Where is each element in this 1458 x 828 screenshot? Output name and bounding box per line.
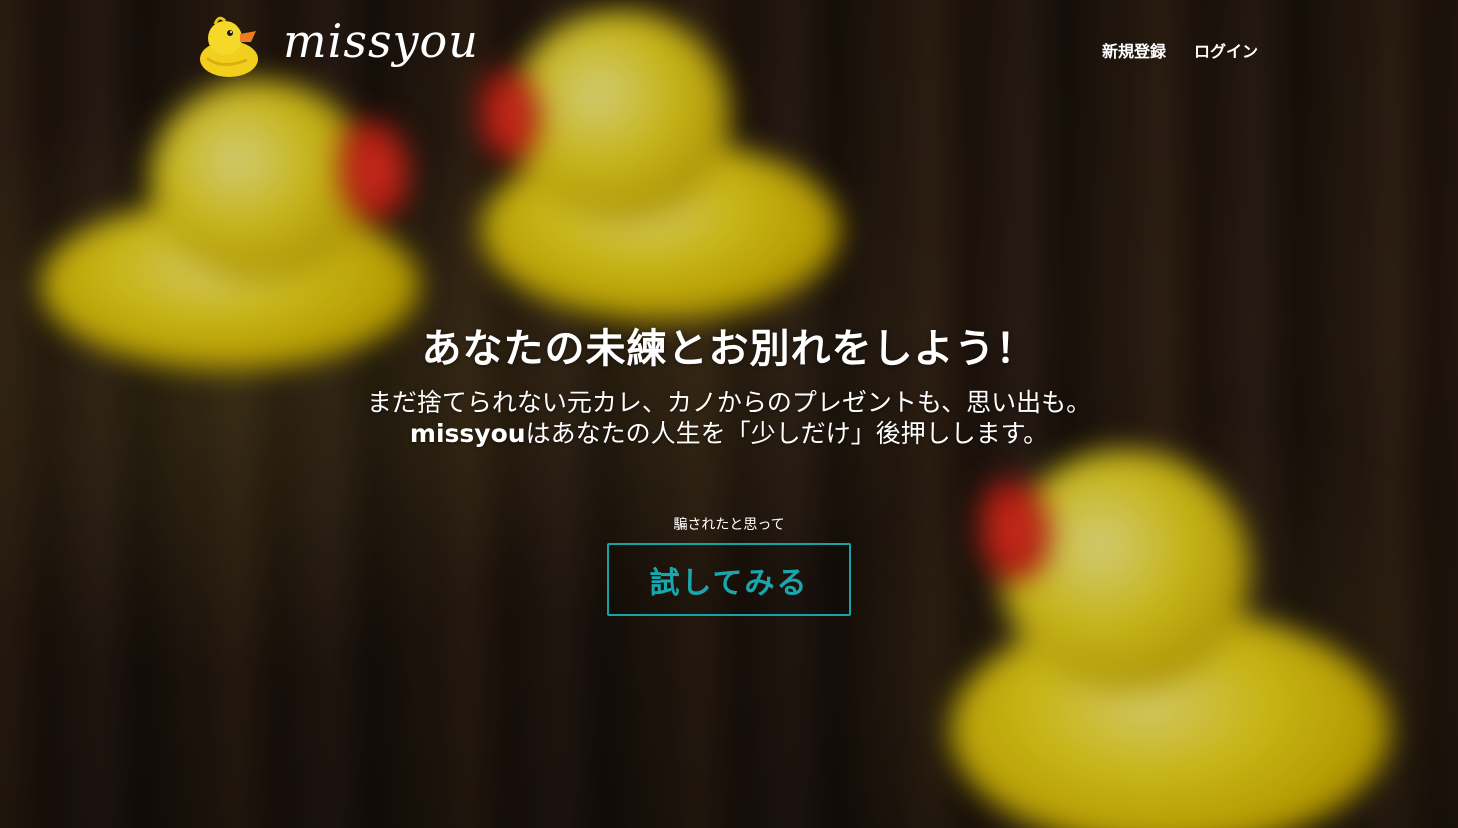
rubber-duck-icon [200,16,258,77]
try-it-button[interactable]: 試してみる [607,543,851,616]
hero-subtext: まだ捨てられない元カレ、カノからのプレゼントも、思い出も。 missyouはあな… [0,387,1458,449]
signup-link[interactable]: 新規登録 [1102,38,1166,62]
hero-subtext-line1: まだ捨てられない元カレ、カノからのプレゼントも、思い出も。 [366,388,1092,417]
hero-headline: あなたの未練とお別れをしよう！ [421,326,1037,372]
hero-subtext-line2-rest: はあなたの人生を「少しだけ」後押しします。 [525,419,1049,448]
header-nav: 新規登録 ログイン [1102,38,1258,62]
logo-link[interactable]: missyou [199,12,479,78]
brand-name: missyou [283,14,479,68]
cta-caption: 騙されたと思って [673,517,785,533]
login-link[interactable]: ログイン [1194,38,1258,62]
header: missyou 新規登録 ログイン [0,0,1458,96]
hero-subtext-line2: missyouはあなたの人生を「少しだけ」後押しします。 [0,418,1458,449]
hero-section: missyou 新規登録 ログイン あなたの未練とお別れをしよう！ まだ捨てられ… [0,0,1458,828]
hero-subtext-brand: missyou [409,419,526,448]
